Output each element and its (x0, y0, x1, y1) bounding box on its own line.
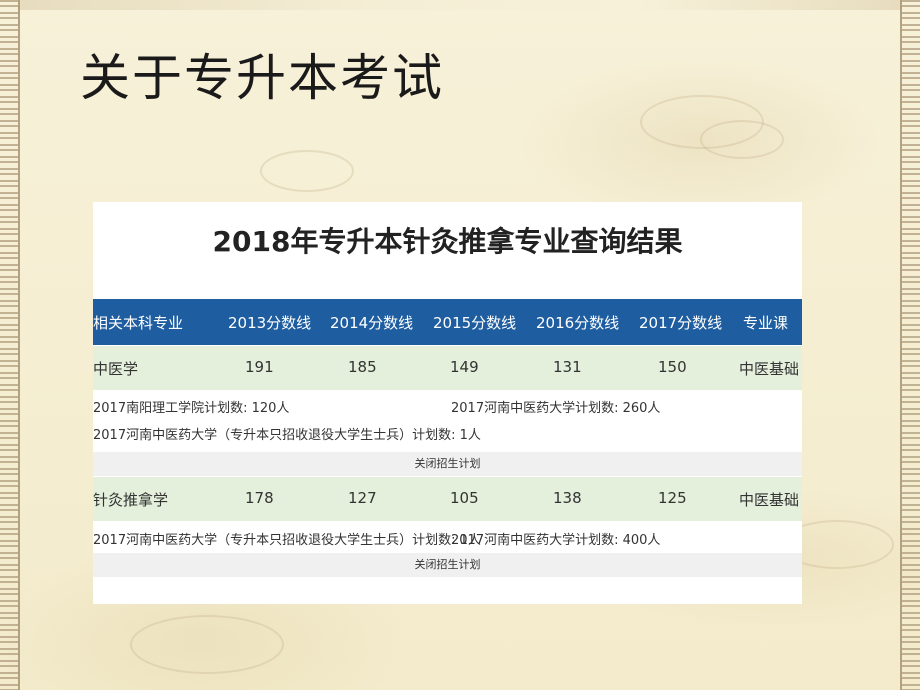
plan-item: 2017河南中医药大学（专升本只招收退役大学生士兵）计划数: 1人 (93, 428, 481, 443)
score-2017: 125 (658, 489, 687, 507)
plan-item: 2017河南中医药大学（专升本只招收退役大学生士兵）计划数: 1人 (93, 533, 481, 548)
score-2014: 127 (348, 489, 377, 507)
enrollment-plan: 2017南阳理工学院计划数: 120人 2017河南中医药大学计划数: 260人… (93, 392, 802, 448)
column-header: 2016分数线 (536, 314, 620, 332)
score-2017: 150 (658, 358, 687, 376)
column-header: 2014分数线 (330, 314, 414, 332)
close-plan-button[interactable]: 关闭招生计划 (93, 553, 802, 577)
score-2015: 149 (450, 358, 479, 376)
plan-item: 2017南阳理工学院计划数: 120人 (93, 401, 290, 416)
cloud-ornament (700, 120, 784, 159)
score-2015: 105 (450, 489, 479, 507)
course-name: 中医基础 (739, 491, 800, 509)
table-row[interactable]: 针灸推拿学 178 127 105 138 125 中医基础 (93, 477, 802, 521)
score-2016: 138 (553, 489, 582, 507)
slide-title: 关于专升本考试 (80, 49, 444, 107)
major-name: 针灸推拿学 (93, 491, 169, 509)
column-header: 2017分数线 (639, 314, 723, 332)
column-header: 相关本科专业 (93, 314, 184, 332)
right-border-ornament (900, 0, 920, 690)
column-header: 2013分数线 (228, 314, 312, 332)
table-header: 相关本科专业 2013分数线 2014分数线 2015分数线 2016分数线 2… (93, 299, 802, 345)
left-border-ornament (0, 0, 20, 690)
course-name: 中医基础 (739, 360, 800, 378)
enrollment-plan: 2017河南中医药大学（专升本只招收退役大学生士兵）计划数: 1人 2017河南… (93, 523, 802, 553)
cloud-ornament (130, 615, 284, 674)
score-2014: 185 (348, 358, 377, 376)
score-2016: 131 (553, 358, 582, 376)
score-2013: 191 (245, 358, 274, 376)
table-row[interactable]: 中医学 191 185 149 131 150 中医基础 (93, 346, 802, 390)
query-result-screenshot: 2018年专升本针灸推拿专业查询结果 相关本科专业 2013分数线 2014分数… (93, 202, 802, 604)
column-header: 2015分数线 (433, 314, 517, 332)
column-header: 专业课 (743, 314, 789, 332)
result-title: 2018年专升本针灸推拿专业查询结果 (212, 225, 683, 258)
cloud-ornament (260, 150, 354, 192)
score-2013: 178 (245, 489, 274, 507)
major-name: 中医学 (93, 360, 139, 378)
plan-item: 2017河南中医药大学计划数: 400人 (451, 533, 661, 548)
plan-item: 2017河南中医药大学计划数: 260人 (451, 401, 661, 416)
top-border-ornament (18, 0, 902, 10)
close-plan-button[interactable]: 关闭招生计划 (93, 452, 802, 476)
